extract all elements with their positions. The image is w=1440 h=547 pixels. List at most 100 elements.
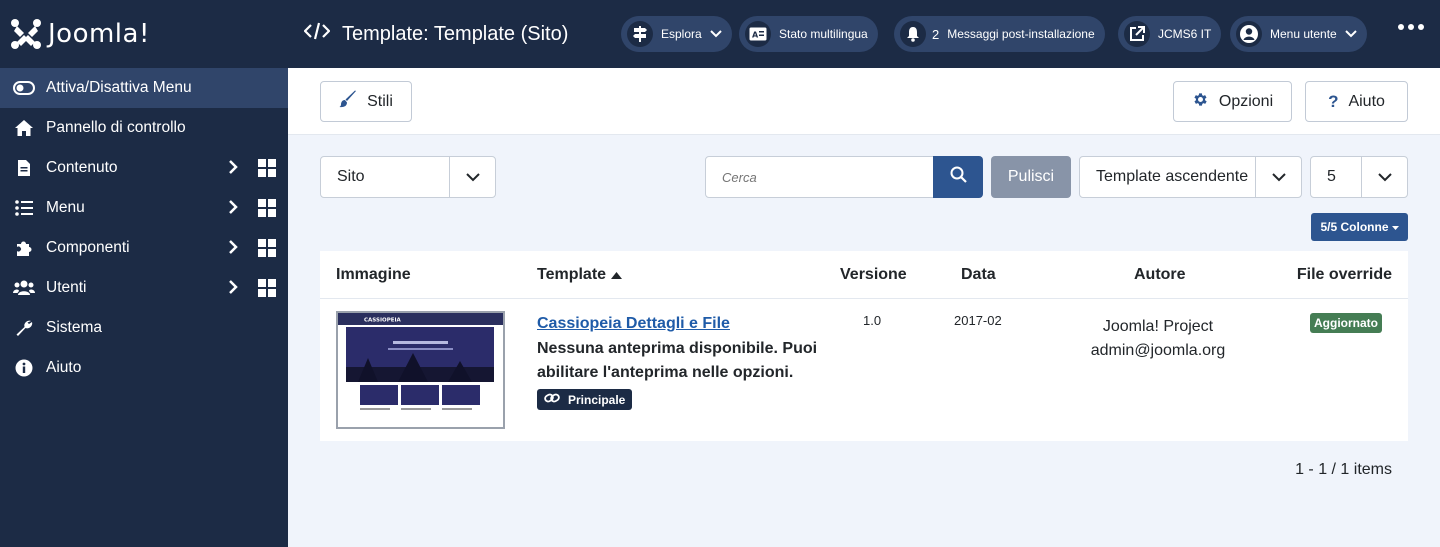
- table-header: Immagine Template Versione Data Autore F…: [320, 251, 1408, 299]
- sidebar-item-content[interactable]: Contenuto: [0, 148, 288, 188]
- joomla-logo-icon: [11, 19, 41, 49]
- default-badge: Principale: [537, 389, 633, 410]
- options-button[interactable]: Opzioni: [1173, 81, 1292, 122]
- toolbar: Stili Opzioni ? Aiuto: [288, 68, 1440, 135]
- sidebar-item-label: Utenti: [46, 279, 87, 296]
- page-title-text: Template: Template (Sito): [342, 22, 569, 45]
- column-header-overrides: File override: [1296, 266, 1392, 283]
- multilang-label: Stato multilingua: [779, 27, 868, 41]
- column-header-version[interactable]: Versione: [840, 266, 907, 284]
- thumbnail-title: CASSIOPEIA: [364, 318, 402, 324]
- more-options-icon[interactable]: [1398, 24, 1424, 30]
- page-title: Template: Template (Sito): [288, 21, 568, 47]
- search-button[interactable]: [933, 156, 983, 198]
- options-label: Opzioni: [1218, 92, 1274, 110]
- wrench-icon: [12, 318, 36, 338]
- toggle-icon: [12, 78, 36, 98]
- question-icon: ?: [1328, 91, 1339, 111]
- client-select-value: Sito: [337, 168, 365, 185]
- columns-toggle-button[interactable]: 5/5 Colonne: [1311, 213, 1408, 241]
- caret-down-icon: [1391, 220, 1399, 234]
- template-description: Nessuna anteprima disponibile. Puoi abil…: [537, 340, 818, 381]
- chevron-right-icon[interactable]: [228, 159, 238, 180]
- styles-label: Stili: [367, 92, 393, 110]
- sidebar-item-label: Aiuto: [46, 359, 82, 376]
- templates-table: Immagine Template Versione Data Autore F…: [320, 251, 1408, 441]
- column-header-date[interactable]: Data: [961, 266, 996, 284]
- joomla-logo[interactable]: Joomla!: [10, 18, 150, 50]
- status-badge: Aggiornato: [1310, 313, 1382, 333]
- code-icon: [303, 21, 331, 47]
- home-icon: [12, 118, 36, 138]
- column-header-template[interactable]: Template: [537, 266, 622, 284]
- sidebar-item-toggle-menu[interactable]: Attiva/Disattiva Menu: [0, 68, 288, 108]
- sidebar-item-menus[interactable]: Menu: [0, 188, 288, 228]
- chevron-right-icon[interactable]: [228, 279, 238, 300]
- sidebar-item-components[interactable]: Componenti: [0, 228, 288, 268]
- author-name: Joomla! Project: [1102, 318, 1214, 335]
- site-link-button[interactable]: JCMS6 IT: [1118, 16, 1222, 52]
- styles-button[interactable]: Stili: [320, 81, 412, 122]
- chevron-down-icon: [709, 27, 722, 41]
- sidebar-item-system[interactable]: Sistema: [0, 308, 288, 348]
- chevron-right-icon[interactable]: [228, 239, 238, 260]
- template-thumbnail[interactable]: CASSIOPEIA: [336, 311, 505, 429]
- info-icon: [12, 358, 36, 378]
- user-menu-button[interactable]: Menu utente: [1230, 16, 1367, 52]
- sidebar-item-users[interactable]: Utenti: [0, 268, 288, 308]
- version-cell: 1.0: [863, 313, 882, 328]
- column-header-author[interactable]: Autore: [1134, 266, 1186, 284]
- brand: Joomla!: [0, 0, 288, 68]
- user-avatar-icon: [1236, 21, 1262, 47]
- help-label: Aiuto: [1348, 92, 1385, 110]
- chevron-down-icon: [1255, 157, 1301, 197]
- user-menu-label: Menu utente: [1270, 27, 1337, 41]
- sidebar-item-label: Pannello di controllo: [46, 119, 186, 136]
- gear-icon: [1192, 91, 1209, 113]
- sidebar-item-help[interactable]: Aiuto: [0, 348, 288, 388]
- limit-select[interactable]: 5: [1310, 156, 1408, 198]
- search-input[interactable]: [705, 156, 934, 198]
- template-details-link[interactable]: Cassiopeia Dettagli e File: [537, 315, 827, 333]
- pagination-summary: 1 - 1 / 1 items: [1295, 461, 1392, 478]
- list-icon: [12, 198, 36, 218]
- bell-icon: [900, 21, 926, 47]
- chevron-right-icon[interactable]: [228, 199, 238, 220]
- date-cell: 2017-02: [954, 313, 1002, 328]
- chevron-down-icon: [449, 157, 495, 197]
- dashboard-grid-icon[interactable]: [258, 159, 276, 182]
- search-icon: [950, 166, 967, 188]
- sidebar-item-label: Componenti: [46, 239, 130, 256]
- brush-icon: [339, 90, 357, 113]
- sort-asc-icon: [610, 266, 622, 283]
- puzzle-icon: [12, 238, 36, 258]
- dashboard-grid-icon[interactable]: [258, 199, 276, 222]
- sidebar-item-label: Attiva/Disattiva Menu: [46, 79, 192, 96]
- limit-select-value: 5: [1327, 168, 1336, 185]
- signpost-icon: [627, 21, 653, 47]
- dashboard-grid-icon[interactable]: [258, 279, 276, 302]
- sidebar: Joomla! Attiva/Disattiva Menu Pannello d…: [0, 0, 288, 547]
- column-header-image: Immagine: [336, 266, 411, 283]
- post-install-messages-button[interactable]: 2 Messaggi post-installazione: [894, 16, 1105, 52]
- brand-name: Joomla!: [48, 19, 150, 49]
- chevron-down-icon: [1361, 157, 1407, 197]
- table-row: CASSIOPEIA Cassiopeia Dettagli e File Ne…: [320, 299, 1408, 441]
- multilang-status-button[interactable]: A Stato multilingua: [739, 16, 878, 52]
- explore-label: Esplora: [661, 27, 702, 41]
- link-icon: [544, 392, 560, 407]
- sidebar-item-dashboard[interactable]: Pannello di controllo: [0, 108, 288, 148]
- users-icon: [12, 278, 36, 298]
- client-select[interactable]: Sito: [320, 156, 496, 198]
- help-button[interactable]: ? Aiuto: [1305, 81, 1408, 122]
- post-install-label: Messaggi post-installazione: [947, 27, 1095, 41]
- dashboard-grid-icon[interactable]: [258, 239, 276, 262]
- column-header-template-label: Template: [537, 266, 607, 283]
- chevron-down-icon: [1345, 27, 1357, 41]
- clear-button[interactable]: Pulisci: [991, 156, 1071, 198]
- site-link-label: JCMS6 IT: [1158, 27, 1212, 41]
- ordering-select[interactable]: Template ascendente: [1079, 156, 1302, 198]
- language-icon: A: [745, 21, 771, 47]
- explore-button[interactable]: Esplora: [621, 16, 732, 52]
- template-cell: Cassiopeia Dettagli e File Nessuna antep…: [537, 315, 827, 410]
